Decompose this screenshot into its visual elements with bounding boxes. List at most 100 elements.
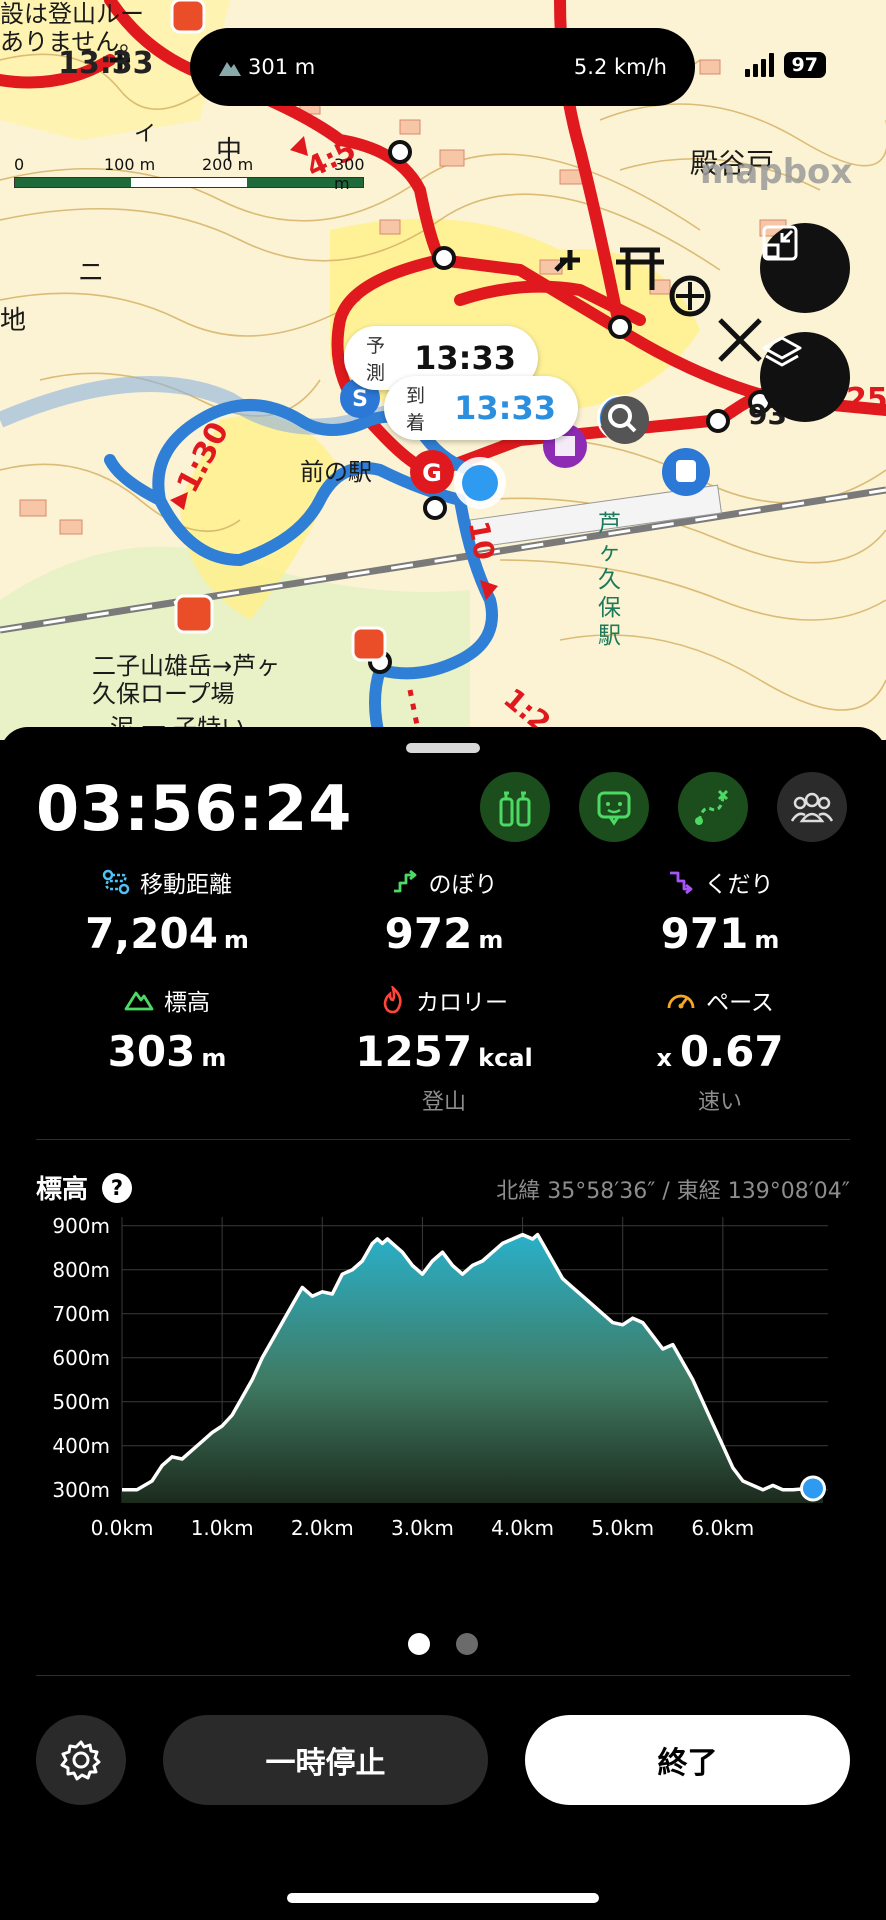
elevation-chart[interactable]: 300m 400m 500m 600m 700m 800m 900m 0.0km 1.0km 2.… xyxy=(0,1217,886,1547)
speedometer-icon xyxy=(667,994,695,1009)
collapse-icon xyxy=(762,225,798,261)
route-label-line1: 二子山雄岳→芦ヶ久保ロープ場 xyxy=(92,652,281,708)
activity-panel: 03:56:24 移動距離 7,204 m のぼり 972 m くだり 971 … xyxy=(0,727,886,1920)
x-tick-label: 4.0km xyxy=(491,1516,554,1540)
y-tick-label: 700m xyxy=(52,1302,110,1326)
elapsed-time: 03:56:24 xyxy=(36,772,353,845)
scale-label-100: 100 m xyxy=(104,155,156,174)
bottles-icon xyxy=(499,791,531,827)
y-tick-label: 400m xyxy=(52,1434,110,1458)
elevation-icon xyxy=(124,991,154,1011)
arrive-time: 13:33 xyxy=(454,389,556,427)
island-elevation: 301 m xyxy=(248,55,316,79)
x-tick-label: 1.0km xyxy=(191,1516,254,1540)
stat-calories-sub: 登山 xyxy=(421,1090,466,1115)
scale-label-0: 0 xyxy=(14,155,25,174)
y-tick-label: 500m xyxy=(52,1390,110,1414)
stat-elevation-label: 標高 xyxy=(164,990,210,1016)
map-view[interactable]: S G 設は登山ルー ありません。 13:33 殿谷戸 mapbox 前の駅 芦… xyxy=(0,0,886,740)
help-icon[interactable]: ? xyxy=(102,1172,133,1203)
stat-elevation: 標高 303 m xyxy=(47,983,287,1076)
home-indicator xyxy=(287,1893,599,1903)
group-button[interactable] xyxy=(777,772,847,842)
status-bar-right: 97 xyxy=(744,52,826,78)
map-layers-button[interactable] xyxy=(760,332,850,422)
ascent-icon xyxy=(393,869,416,893)
map-kanji-chi: 地 xyxy=(0,306,27,336)
status-time: 13:33 xyxy=(58,46,154,81)
map-scale-bar: 0 100 m 200 m 300 m xyxy=(14,155,365,193)
message-button[interactable] xyxy=(579,772,649,842)
map-kanji-ni: ニ xyxy=(78,258,105,288)
map-station-name: 芦ヶ久保駅 xyxy=(598,511,621,649)
battery-indicator: 97 xyxy=(783,52,826,78)
stat-calories-label: カロリー xyxy=(416,990,508,1016)
settings-button[interactable] xyxy=(36,1715,126,1805)
svg-text:G: G xyxy=(422,459,442,487)
map-route-label: 二子山雄岳→芦ヶ久保ロープ場 xyxy=(92,652,292,708)
x-tick-label: 6.0km xyxy=(691,1516,754,1540)
stat-descent-value: 971 xyxy=(660,909,749,958)
elevation-title-label: 標高 xyxy=(36,1175,89,1205)
stat-pace-sub: 速い xyxy=(697,1090,742,1115)
arrive-label: 到着 xyxy=(406,385,426,434)
time-mark-2: 10 xyxy=(461,518,502,563)
x-tick-label: 5.0km xyxy=(591,1516,654,1540)
y-tick-label: 900m xyxy=(52,1217,110,1238)
stat-ascent-value: 972 xyxy=(384,909,473,958)
stat-ascent: のぼり 972 m xyxy=(324,865,564,958)
predict-time: 13:33 xyxy=(414,339,516,377)
gear-icon xyxy=(60,1740,101,1781)
stat-descent: くだり 971 m xyxy=(600,865,840,958)
map-place-station-front: 前の駅 xyxy=(300,458,372,486)
y-tick-label: 300m xyxy=(52,1478,110,1502)
stat-pace-label: ペース xyxy=(706,990,774,1016)
island-speed: 5.2 km/h xyxy=(573,55,667,79)
scale-label-300: 300 m xyxy=(334,155,365,193)
stat-pace-prefix: x xyxy=(656,1044,672,1072)
stat-pace-value: 0.67 xyxy=(679,1027,784,1076)
stat-descent-unit: m xyxy=(754,926,780,954)
mountain-icon xyxy=(219,62,241,76)
pause-button[interactable]: 一時停止 xyxy=(163,1715,488,1805)
page-dot-active[interactable] xyxy=(408,1633,430,1655)
drag-handle[interactable] xyxy=(406,743,480,753)
arrival-bubble: 到着 13:33 xyxy=(384,376,578,440)
map-notice-line1: 設は登山ルー xyxy=(0,0,144,28)
elevation-section-title: 標高 ? xyxy=(36,1169,133,1206)
divider-top xyxy=(36,1139,850,1140)
stat-ascent-unit: m xyxy=(478,926,504,954)
svg-text:S: S xyxy=(352,387,368,412)
x-tick-label: 2.0km xyxy=(291,1516,354,1540)
fit-route-button[interactable] xyxy=(760,223,850,313)
x-tick-label: 3.0km xyxy=(391,1516,454,1540)
descent-icon xyxy=(669,871,692,895)
route-icon xyxy=(695,789,729,825)
y-tick-label: 600m xyxy=(52,1346,110,1370)
y-tick-label: 800m xyxy=(52,1258,110,1282)
current-position-marker xyxy=(802,1478,823,1499)
scale-label-200: 200 m xyxy=(202,155,254,174)
stat-distance-label: 移動距離 xyxy=(140,872,232,898)
route-button[interactable] xyxy=(678,772,748,842)
stat-distance-unit: m xyxy=(223,926,249,954)
stat-calories-unit: kcal xyxy=(478,1044,533,1072)
group-icon xyxy=(790,792,834,823)
stat-elevation-unit: m xyxy=(201,1044,227,1072)
end-button[interactable]: 終了 xyxy=(525,1715,850,1805)
elevation-area xyxy=(122,1234,823,1503)
layers-icon xyxy=(762,336,802,367)
page-dot-inactive[interactable] xyxy=(456,1633,478,1655)
flame-icon xyxy=(383,986,402,1014)
stat-descent-label: くだり xyxy=(704,872,774,898)
chat-icon xyxy=(597,791,631,826)
map-kanji-i: イ xyxy=(134,122,157,147)
distance-icon xyxy=(102,869,130,895)
stat-calories-value: 1257 xyxy=(355,1027,473,1076)
status-island: 301 m 5.2 km/h xyxy=(190,28,695,106)
stat-elevation-value: 303 xyxy=(107,1027,196,1076)
x-tick-label: 0.0km xyxy=(91,1516,154,1540)
bottles-button[interactable] xyxy=(480,772,550,842)
page-indicator[interactable] xyxy=(0,1633,886,1655)
stat-distance-value: 7,204 xyxy=(85,909,218,958)
